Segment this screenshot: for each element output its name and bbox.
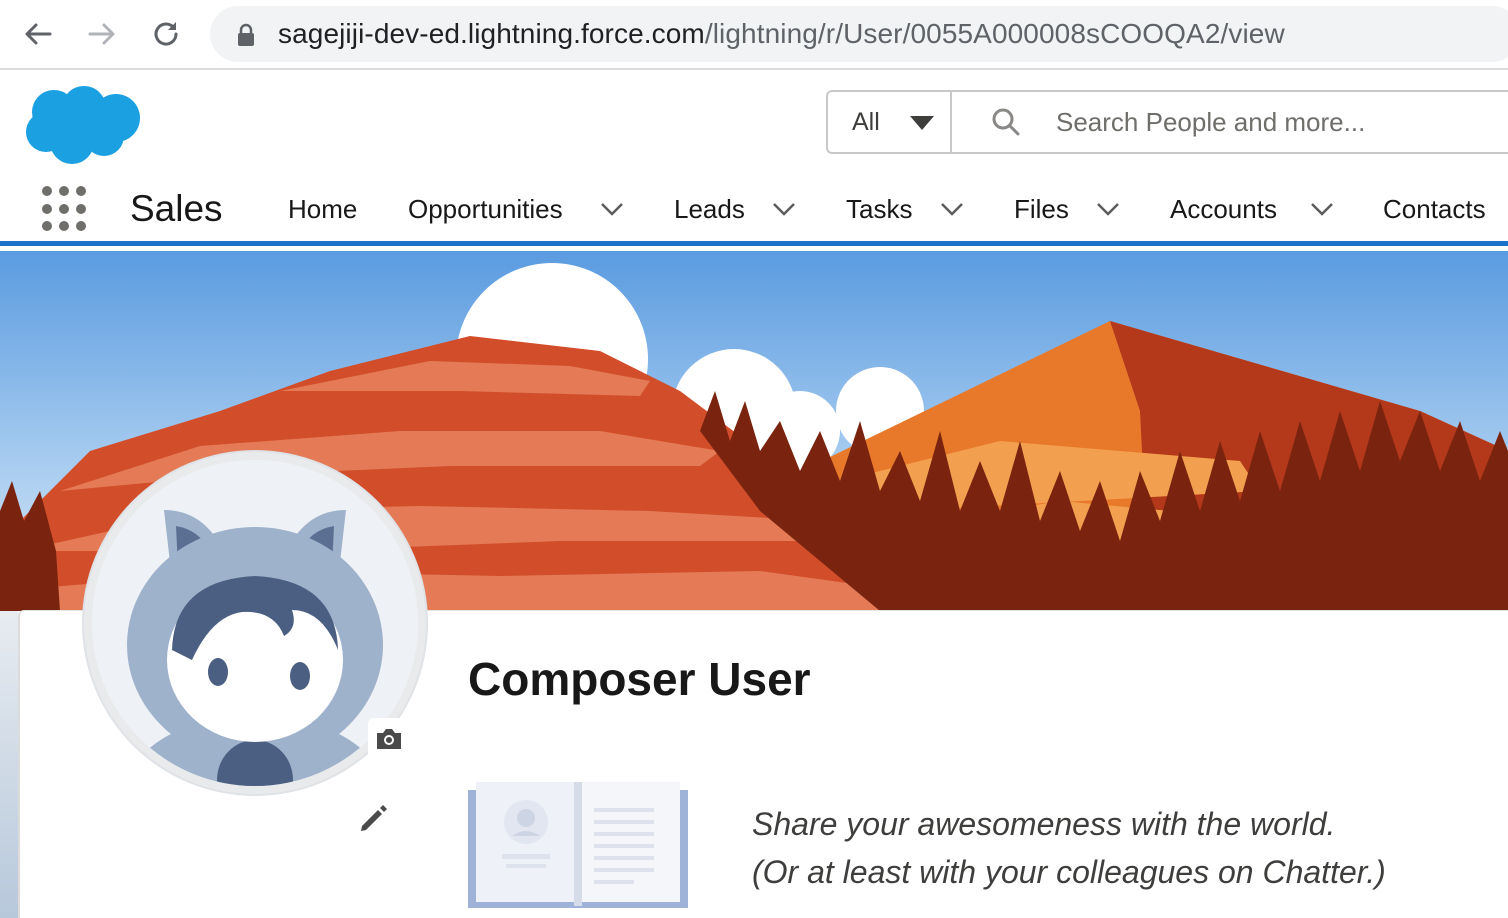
app-navigation-bar: Sales Home Opportunities Leads Tasks Fil… — [0, 172, 1508, 246]
url-text: sagejiji-dev-ed.lightning.force.com/ligh… — [278, 18, 1285, 50]
page-sidebar-edge — [0, 611, 18, 918]
chatter-book-illustration — [468, 782, 688, 908]
address-bar[interactable]: sagejiji-dev-ed.lightning.force.com/ligh… — [210, 6, 1508, 62]
chevron-down-icon[interactable] — [772, 202, 796, 216]
promo-line-1: Share your awesomeness with the world. — [752, 806, 1336, 842]
reload-button[interactable] — [144, 12, 188, 56]
back-arrow-icon — [25, 23, 52, 45]
search-scope-dropdown[interactable]: All — [828, 92, 952, 152]
search-input[interactable] — [1056, 98, 1508, 146]
lock-icon — [238, 23, 254, 46]
caret-down-icon — [910, 116, 934, 130]
forward-button[interactable] — [80, 12, 124, 56]
camera-icon[interactable] — [368, 718, 410, 760]
chevron-down-icon[interactable] — [940, 202, 964, 216]
profile-user-name: Composer User — [468, 653, 811, 705]
nav-item-files[interactable]: Files — [1014, 194, 1069, 225]
app-name: Sales — [130, 188, 223, 229]
nav-item-accounts[interactable]: Accounts — [1170, 194, 1277, 225]
global-search: All — [826, 90, 1508, 154]
promo-line-2: (Or at least with your colleagues on Cha… — [752, 854, 1386, 890]
nav-item-home[interactable]: Home — [288, 194, 357, 225]
nav-item-leads[interactable]: Leads — [674, 194, 745, 225]
search-scope-label: All — [852, 108, 880, 136]
url-path: /lightning/r/User/0055A000008sCOOQA2/vie… — [704, 18, 1285, 49]
forward-arrow-icon — [88, 23, 115, 45]
nav-item-opportunities[interactable]: Opportunities — [408, 194, 563, 225]
search-icon — [992, 108, 1020, 136]
edit-pencil-icon[interactable] — [356, 800, 390, 834]
app-launcher-icon[interactable] — [42, 186, 88, 232]
chevron-down-icon[interactable] — [1310, 202, 1334, 216]
reload-icon — [154, 22, 178, 46]
chatter-promo-text: Share your awesomeness with the world. (… — [752, 800, 1386, 896]
back-button[interactable] — [16, 12, 60, 56]
chevron-down-icon[interactable] — [600, 202, 624, 216]
url-host: sagejiji-dev-ed.lightning.force.com — [278, 18, 705, 49]
nav-item-contacts[interactable]: Contacts — [1383, 194, 1486, 225]
browser-toolbar: sagejiji-dev-ed.lightning.force.com/ligh… — [0, 0, 1508, 70]
global-header: All — [0, 72, 1508, 172]
chevron-down-icon[interactable] — [1096, 202, 1120, 216]
nav-item-tasks[interactable]: Tasks — [846, 194, 912, 225]
salesforce-logo[interactable] — [24, 82, 144, 166]
